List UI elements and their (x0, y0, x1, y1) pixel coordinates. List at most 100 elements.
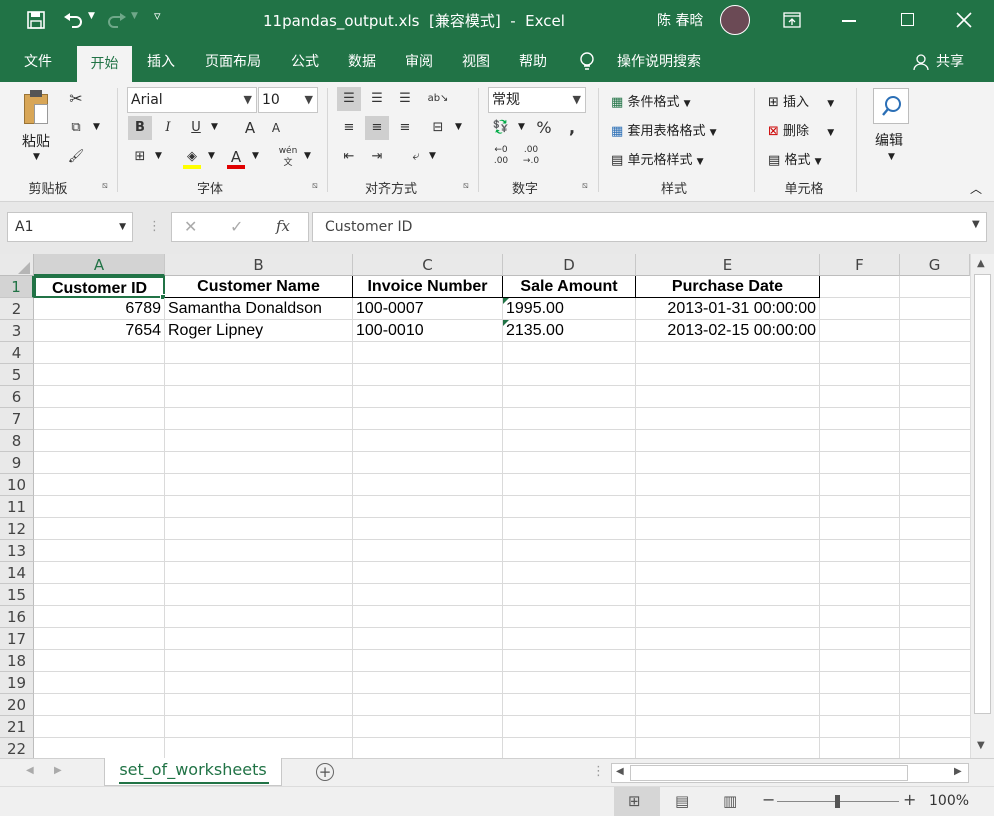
tab-split-handle-icon[interactable]: ⋮ (592, 764, 605, 779)
column-header-f[interactable]: F (820, 254, 900, 276)
row-header[interactable]: 13 (0, 540, 34, 562)
row-header[interactable]: 14 (0, 562, 34, 584)
avatar[interactable] (720, 5, 750, 35)
number-launcher-icon[interactable]: ⧅ (582, 181, 588, 191)
phonetic-guide-icon[interactable]: wén 文 (276, 145, 300, 169)
font-name-combo[interactable]: Arial ▼ (127, 87, 257, 113)
align-center-icon[interactable]: ≡ (365, 116, 389, 140)
row-header[interactable]: 19 (0, 672, 34, 694)
middle-align-icon[interactable]: ☰ (365, 87, 389, 111)
increase-decimal-icon[interactable]: ←0.00 (489, 145, 513, 169)
format-painter-icon[interactable]: 🖌 (64, 145, 88, 169)
bottom-align-icon[interactable]: ☰ (393, 87, 417, 111)
cell-b3[interactable]: Roger Lipney (165, 320, 353, 342)
format-cells-button[interactable]: ▤ 格式 ▼ (768, 149, 822, 168)
align-left-icon[interactable]: ≡ (337, 116, 361, 140)
scroll-left-icon[interactable]: ◀ (616, 766, 624, 777)
scroll-down-icon[interactable]: ▼ (977, 740, 985, 751)
insert-cells-button[interactable]: ⊞ 插入 ▼ (768, 91, 834, 110)
column-header-c[interactable]: C (353, 254, 503, 276)
bold-button[interactable]: B (128, 116, 152, 140)
row-header[interactable]: 10 (0, 474, 34, 496)
shrink-font-button[interactable]: A (264, 116, 288, 140)
column-header-g[interactable]: G (900, 254, 970, 276)
scroll-right-icon[interactable]: ▶ (954, 766, 962, 777)
expand-formula-bar-icon[interactable]: ▼ (972, 219, 980, 230)
font-launcher-icon[interactable]: ⧅ (312, 181, 318, 191)
horizontal-scroll-thumb[interactable] (630, 765, 908, 781)
decrease-indent-icon[interactable]: ⇤ (337, 145, 361, 169)
row-header[interactable]: 6 (0, 386, 34, 408)
user-name[interactable]: 陈 春晗 (657, 10, 703, 30)
accounting-dropdown-icon[interactable]: ▼ (518, 122, 525, 132)
delete-cells-button[interactable]: ⊠ 删除 ▼ (768, 120, 834, 139)
row-header[interactable]: 22 (0, 738, 34, 760)
tab-home[interactable]: 开始 (77, 46, 132, 82)
minimize-button[interactable] (842, 20, 856, 22)
tab-formulas[interactable]: 公式 (283, 42, 327, 82)
clipboard-launcher-icon[interactable]: ⧅ (102, 181, 108, 191)
zoom-level[interactable]: 100% (929, 793, 969, 809)
top-align-icon[interactable]: ☰ (337, 87, 361, 111)
comma-button[interactable]: , (560, 116, 584, 140)
font-color-button[interactable]: A (224, 145, 248, 169)
column-header-e[interactable]: E (636, 254, 820, 276)
zoom-out-button[interactable]: − (762, 790, 775, 809)
paste-dropdown-icon[interactable]: ▼ (33, 152, 40, 162)
grow-font-button[interactable]: A (238, 116, 262, 140)
align-right-icon[interactable]: ≡ (393, 116, 417, 140)
row-header[interactable]: 1 (0, 276, 34, 298)
cell-c1[interactable]: Invoice Number (353, 276, 503, 298)
customize-qat-icon[interactable]: ▿ (154, 9, 161, 24)
zoom-slider-thumb[interactable] (835, 795, 840, 808)
cell-styles-button[interactable]: ▤ 单元格样式 ▼ (611, 149, 704, 168)
collapse-ribbon-icon[interactable]: ︿ (970, 180, 982, 197)
select-all-corner[interactable] (0, 254, 34, 276)
tab-page-layout[interactable]: 页面布局 (197, 42, 269, 82)
scroll-up-icon[interactable]: ▲ (977, 258, 985, 269)
search-icon[interactable] (873, 88, 909, 124)
wrap-text-icon[interactable]: ⤶ (404, 145, 428, 169)
tell-me-search[interactable]: 操作说明搜索 (605, 42, 713, 82)
row-header[interactable]: 4 (0, 342, 34, 364)
italic-button[interactable]: I (156, 116, 180, 140)
column-header-a[interactable]: A (34, 254, 165, 276)
conditional-formatting-button[interactable]: ▦ 条件格式 ▼ (611, 91, 691, 110)
name-box[interactable]: A1 ▼ (7, 212, 133, 242)
cell-a1[interactable]: Customer ID (34, 276, 165, 298)
row-header[interactable]: 2 (0, 298, 34, 320)
row-header[interactable]: 21 (0, 716, 34, 738)
fill-color-dropdown-icon[interactable]: ▼ (208, 151, 215, 161)
tab-data[interactable]: 数据 (340, 42, 384, 82)
ribbon-display-options-icon[interactable] (783, 12, 801, 28)
horizontal-scrollbar[interactable]: ◀ ▶ (611, 763, 969, 783)
cell-d3[interactable]: 2135.00 (503, 320, 636, 342)
paste-icon[interactable] (22, 90, 50, 126)
column-header-b[interactable]: B (165, 254, 353, 276)
tab-review[interactable]: 审阅 (397, 42, 441, 82)
underline-dropdown-icon[interactable]: ▼ (211, 122, 218, 132)
phonetic-dropdown-icon[interactable]: ▼ (304, 151, 311, 161)
font-color-dropdown-icon[interactable]: ▼ (252, 151, 259, 161)
cell-b2[interactable]: Samantha Donaldson (165, 298, 353, 320)
row-header[interactable]: 11 (0, 496, 34, 518)
vertical-scrollbar[interactable]: ▲ ▼ (970, 254, 994, 758)
undo-dropdown-icon[interactable]: ▼ (88, 11, 95, 21)
wrap-dropdown-icon[interactable]: ▼ (429, 151, 436, 161)
borders-dropdown-icon[interactable]: ▼ (155, 151, 162, 161)
prev-sheet-icon[interactable]: ◀ (26, 765, 34, 776)
row-header[interactable]: 18 (0, 650, 34, 672)
font-size-combo[interactable]: 10 ▼ (258, 87, 318, 113)
copy-dropdown-icon[interactable]: ▼ (93, 122, 100, 132)
normal-view-button[interactable]: ⊞ (614, 787, 660, 816)
percent-button[interactable]: % (532, 116, 556, 140)
merge-center-icon[interactable]: ⊟ (426, 116, 450, 140)
save-icon[interactable] (27, 11, 45, 29)
cell-d1[interactable]: Sale Amount (503, 276, 636, 298)
orientation-icon[interactable]: ab↘ (426, 87, 450, 111)
zoom-in-button[interactable]: + (903, 790, 916, 809)
increase-indent-icon[interactable]: ⇥ (365, 145, 389, 169)
page-break-view-icon[interactable]: ▥ (723, 792, 737, 810)
row-header[interactable]: 7 (0, 408, 34, 430)
copy-icon[interactable]: ⧉ (64, 116, 88, 140)
